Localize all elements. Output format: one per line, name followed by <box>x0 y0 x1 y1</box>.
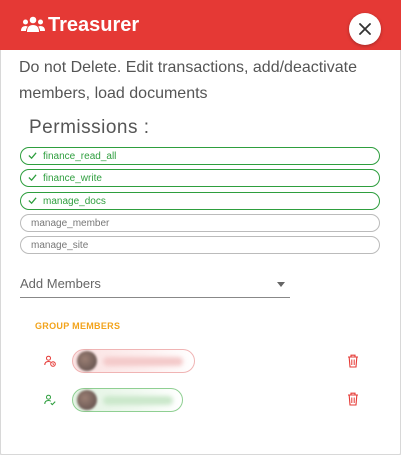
check-icon <box>28 152 37 160</box>
permission-chip-manage-member[interactable]: manage_member <box>20 214 380 232</box>
permission-chip-manage-docs[interactable]: manage_docs <box>20 192 380 210</box>
close-icon <box>359 23 371 35</box>
permissions-title: Permissions : <box>29 117 150 138</box>
member-chip[interactable] <box>72 349 195 373</box>
group-description: Do not Delete. Edit transactions, add/de… <box>19 59 357 102</box>
check-icon <box>28 174 37 182</box>
permission-chip-finance-read-all[interactable]: finance_read_all <box>20 147 380 165</box>
user-check-icon <box>44 394 56 406</box>
permission-label: finance_write <box>43 173 102 184</box>
dialog-title: Treasurer <box>48 14 140 36</box>
member-name-redacted <box>103 396 173 405</box>
permission-label: manage_site <box>31 240 89 251</box>
avatar <box>77 390 97 410</box>
add-members-select[interactable]: Add Members <box>20 273 290 298</box>
group-icon <box>21 16 45 32</box>
permission-label: manage_member <box>31 218 110 229</box>
dialog-header: Treasurer <box>0 0 401 50</box>
permission-chip-manage-site[interactable]: manage_site <box>20 236 380 254</box>
user-pending-icon <box>44 355 56 367</box>
delete-icon[interactable] <box>347 354 359 368</box>
permission-label: manage_docs <box>43 196 106 207</box>
group-members-title: GROUP MEMBERS <box>35 321 121 331</box>
permission-chip-finance-write[interactable]: finance_write <box>20 169 380 187</box>
avatar <box>77 351 97 371</box>
check-icon <box>28 197 37 205</box>
dropdown-arrow-icon[interactable] <box>277 282 285 287</box>
delete-icon[interactable] <box>347 392 359 406</box>
close-button[interactable] <box>349 13 381 45</box>
member-chip[interactable] <box>72 388 183 412</box>
permission-label: finance_read_all <box>43 151 117 162</box>
member-name-redacted <box>103 357 183 366</box>
add-members-label: Add Members <box>20 276 101 291</box>
